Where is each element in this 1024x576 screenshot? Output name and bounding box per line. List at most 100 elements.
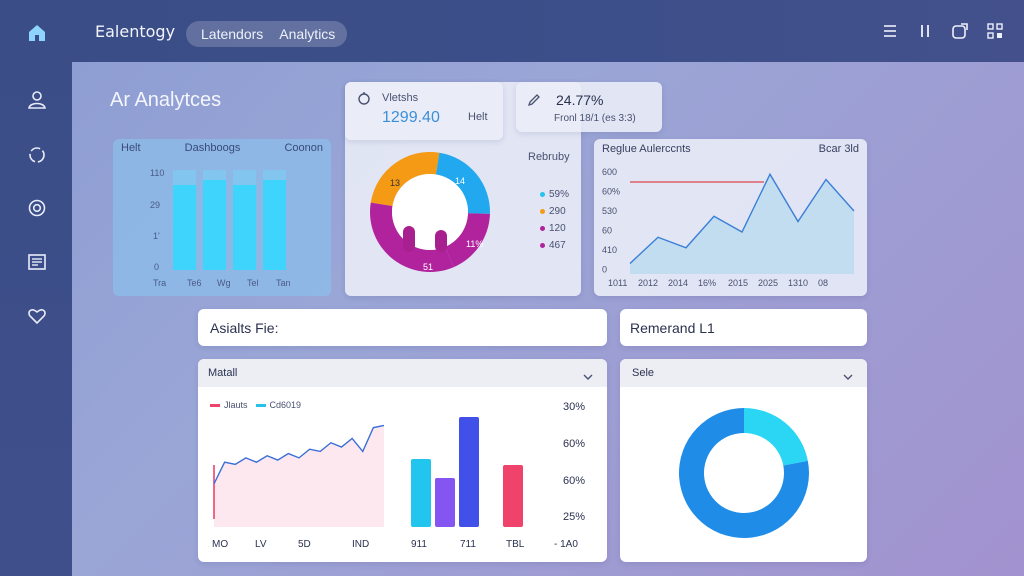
legend-dot (540, 209, 545, 214)
x-tick: 16% (698, 278, 716, 288)
x-tick: - 1A0 (554, 539, 578, 550)
donut-segment-label: 51 (423, 262, 433, 272)
x-tick: Wg (217, 278, 231, 288)
area-fill (214, 425, 384, 527)
sidebar (0, 0, 72, 576)
legend-dot (540, 243, 545, 248)
donut-segment-label: 11% (466, 239, 483, 249)
report-icon[interactable] (26, 251, 48, 273)
legend-label: 467 (549, 240, 566, 251)
legend-item: 59% (540, 186, 569, 203)
percent-tick: 25% (563, 511, 585, 523)
percent-tick: 30% (563, 401, 585, 413)
export-icon[interactable] (951, 22, 969, 40)
donut-tab (403, 226, 415, 252)
x-tick: Tel (247, 278, 259, 288)
y-tick: 410 (602, 245, 617, 255)
user-icon[interactable] (26, 89, 48, 111)
x-tick: 2012 (638, 278, 658, 288)
header-icons (881, 22, 1004, 40)
pen-icon (527, 93, 541, 112)
legend-label: 120 (549, 223, 566, 234)
area-chart-card: Reglue Aulerccnts Bcar 3ld 600 60% 530 60 41… (594, 139, 867, 296)
refresh-icon[interactable] (26, 144, 48, 166)
percent-sub: Fronl 18/1 (es 3:3) (554, 113, 636, 124)
x-tick: LV (255, 539, 267, 550)
search-bar-right-label: Remerand L1 (630, 320, 715, 336)
camera-icon[interactable] (26, 197, 48, 219)
bottom-right-card: Sele (620, 359, 867, 562)
x-tick: 2014 (668, 278, 688, 288)
ring-slice (744, 408, 808, 466)
bar-chart: 110 29 1' 0 Tra Te6 Wg Tel Tan (150, 168, 291, 288)
bar (459, 417, 479, 527)
tab-analytics[interactable]: Analytics (279, 26, 335, 42)
metric-value: 1299.40 (382, 109, 440, 126)
y-tick: 0 (602, 265, 607, 275)
page-title: Ar Analytces (110, 89, 222, 111)
y-tick: 29 (150, 200, 160, 210)
legend-item: 290 (540, 203, 569, 220)
bottom-left-card: Matall Jlauts Cd6019 30% 60% 60% 25% MO … (198, 359, 607, 562)
x-tick: MO (212, 539, 228, 550)
y-tick: 600 (602, 167, 617, 177)
x-tick: TBL (506, 539, 525, 550)
bar (203, 180, 226, 270)
search-bar-right[interactable]: Remerand L1 (620, 309, 867, 346)
area-chart: 600 60% 530 60 410 01011 2012 2014 16% 2015 2025 13… (602, 167, 855, 288)
legend-dot (540, 226, 545, 231)
y-tick: 530 (602, 206, 617, 216)
app-brand: Ealentogy (95, 22, 176, 41)
percent-value: 24.77% (556, 92, 604, 108)
legend-item: 120 (540, 220, 569, 237)
percent-tick: 60% (563, 438, 585, 450)
percent-tick: 60% (563, 475, 585, 487)
dropdown-label: Sele (632, 367, 655, 379)
qr-icon[interactable] (986, 22, 1004, 40)
x-tick: Tra (153, 278, 166, 288)
bar (435, 478, 455, 527)
y-tick: 60% (602, 187, 620, 197)
x-tick: 2015 (728, 278, 748, 288)
list-icon[interactable] (881, 22, 899, 40)
y-tick: 1' (153, 231, 160, 241)
legend-item: 467 (540, 237, 569, 254)
donut-segment-label: 14 (455, 176, 465, 186)
heart-icon[interactable] (26, 305, 48, 327)
legend-label: 290 (549, 206, 566, 217)
chevron-down-icon (843, 368, 853, 386)
bar (411, 459, 431, 527)
metric-side: Helt (468, 111, 488, 123)
x-tick: 711 (460, 539, 476, 550)
home-icon[interactable] (26, 22, 48, 44)
search-bar-left[interactable]: Asialts Fie: (198, 309, 607, 346)
search-bar-left-label: Asialts Fie: (210, 320, 279, 336)
donut-tab (435, 230, 447, 252)
x-tick: 1310 (788, 278, 808, 288)
x-tick: 5D (298, 539, 311, 550)
donut-segment-label: 13 (390, 178, 400, 188)
pause-icon[interactable] (916, 22, 934, 40)
bar (263, 180, 286, 270)
bottom-right-dropdown[interactable]: Sele (620, 359, 867, 387)
x-tick: IND (352, 539, 369, 550)
bar (503, 465, 523, 527)
y-tick: 110 (150, 168, 164, 178)
bar (173, 185, 196, 270)
percent-card: 24.77% Fronl 18/1 (es 3:3) (516, 82, 662, 132)
y-tick: 60 (602, 226, 612, 236)
donut-legend: 59% 290 120 467 (540, 186, 569, 254)
x-tick: Te6 (187, 278, 202, 288)
timer-icon (357, 91, 371, 110)
bar-chart-card: Helt Dashboogs Coonon 110 29 1' 0 Tra Te… (113, 139, 331, 296)
top-tabs: Latendors Analytics (186, 21, 347, 47)
tab-latendors[interactable]: Latendors (201, 26, 263, 42)
bar (233, 185, 256, 270)
area-fill (630, 174, 854, 274)
y-tick: 0 (154, 262, 159, 272)
x-tick: 1011 (608, 278, 627, 288)
x-tick: 911 (411, 539, 427, 550)
x-tick: 08 (818, 278, 828, 288)
legend-label: 59% (549, 189, 570, 200)
x-tick: Tan (276, 278, 291, 288)
